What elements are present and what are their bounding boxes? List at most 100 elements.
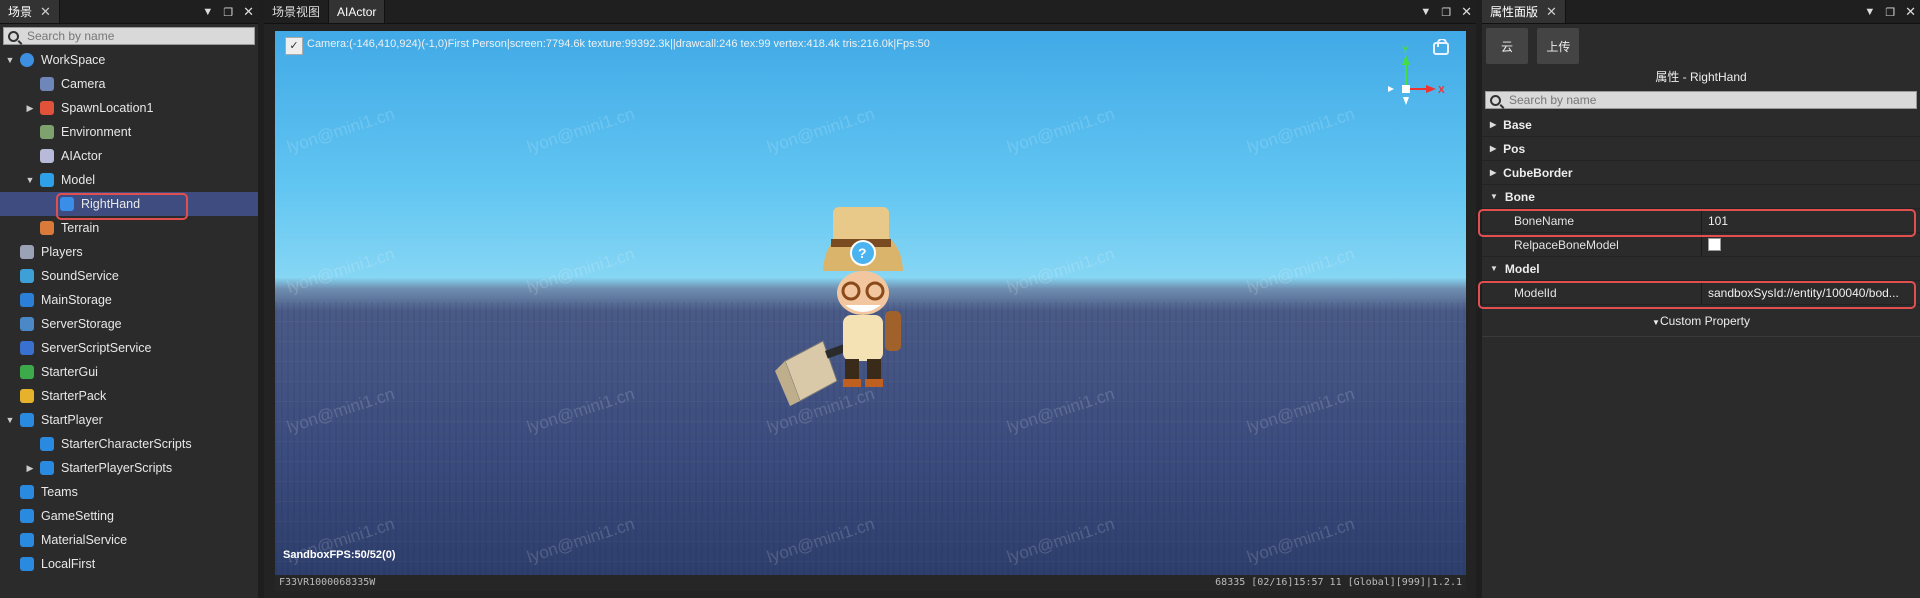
build-id: F33VR1000068335W (279, 577, 376, 588)
tree-item-environment[interactable]: Environment (0, 120, 258, 144)
player-icon (20, 413, 34, 427)
scene-panel-controls: ▼ ❐ ✕ (202, 0, 254, 24)
float-window-icon[interactable]: ❐ (223, 6, 233, 19)
tree-item-materialservice[interactable]: MaterialService (0, 528, 258, 552)
viewport-menu-toggle[interactable]: ✓ (285, 37, 303, 55)
watermark: lyon@mini1.cn (1004, 244, 1117, 297)
watermark: lyon@mini1.cn (1244, 244, 1357, 297)
tree-item-righthand[interactable]: RightHand (0, 192, 258, 216)
custom-property-toggle[interactable]: ▼Custom Property (1482, 305, 1920, 337)
group-base[interactable]: ▶ Base (1482, 113, 1920, 137)
replace-bone-model-checkbox[interactable] (1708, 238, 1721, 251)
sandbox-fps: SandboxFPS:50/52(0) (283, 549, 396, 561)
storage-icon (20, 317, 34, 331)
tree-item-spawnlocation1[interactable]: ▶ SpawnLocation1 (0, 96, 258, 120)
tree-item-serverstorage[interactable]: ServerStorage (0, 312, 258, 336)
tree-item-startercharacterscripts[interactable]: StarterCharacterScripts (0, 432, 258, 456)
group-bone[interactable]: ▼ Bone (1482, 185, 1920, 209)
scene-panel: 场景 ✕ ▼ ❐ ✕ Search by name ▼ WorkSpace Came… (0, 0, 258, 598)
close-icon[interactable]: ✕ (243, 4, 254, 20)
tree-item-startplayer[interactable]: ▼ StartPlayer (0, 408, 258, 432)
gizmo-neg-x (1388, 86, 1394, 92)
3d-viewport[interactable]: ✓ Camera:(-146,410,924)(-1,0)First Perso… (275, 31, 1466, 591)
expand-icon: ▶ (1490, 120, 1497, 129)
scene-search-input[interactable]: Search by name (3, 27, 255, 45)
tree-item-workspace[interactable]: ▼ WorkSpace (0, 48, 258, 72)
tree-item-model[interactable]: ▼ Model (0, 168, 258, 192)
script-icon (40, 437, 54, 451)
tree-item-soundservice[interactable]: SoundService (0, 264, 258, 288)
watermark: lyon@mini1.cn (1004, 104, 1117, 157)
tree-item-serverscriptservice[interactable]: ServerScriptService (0, 336, 258, 360)
tree-item-label: MaterialService (41, 533, 128, 547)
tab-scene-view[interactable]: 场景视图 (264, 0, 330, 23)
close-icon[interactable]: ✕ (1905, 4, 1916, 20)
upload-button[interactable]: 上传 (1537, 28, 1580, 64)
character-body: ? (823, 207, 903, 387)
expand-icon: ▶ (1490, 144, 1497, 153)
group-model[interactable]: ▼ Model (1482, 257, 1920, 281)
tab-aiactor[interactable]: AIActor (329, 0, 386, 23)
tree-item-label: Camera (61, 77, 106, 91)
bonename-field[interactable]: 101 (1702, 209, 1920, 232)
tab-properties[interactable]: 属性面版 ✕ (1482, 0, 1566, 23)
expand-icon: ▶ (1490, 168, 1497, 177)
dropdown-icon[interactable]: ▼ (202, 6, 213, 18)
tree-item-aiactor[interactable]: AIActor (0, 144, 258, 168)
tree-item-label: SoundService (41, 269, 119, 283)
tree-item-gamesetting[interactable]: GameSetting (0, 504, 258, 528)
tree-item-label: WorkSpace (41, 53, 106, 67)
tree-item-localfirst[interactable]: LocalFirst (0, 552, 258, 576)
expand-icon[interactable]: ▶ (24, 463, 36, 474)
properties-search-input[interactable]: Search by name (1485, 91, 1917, 109)
collapse-icon[interactable]: ▼ (24, 175, 36, 185)
group-cubeborder-label: CubeBorder (1503, 165, 1573, 180)
tab-scene[interactable]: 场景 ✕ (0, 0, 60, 23)
group-cubeborder[interactable]: ▶ CubeBorder (1482, 161, 1920, 185)
tree-item-startergui[interactable]: StarterGui (0, 360, 258, 384)
modelid-field[interactable]: sandboxSysId://entity/100040/bod... (1702, 281, 1920, 304)
float-window-icon[interactable]: ❐ (1885, 6, 1895, 19)
tree-item-terrain[interactable]: Terrain (0, 216, 258, 240)
dropdown-icon[interactable]: ▼ (1864, 6, 1875, 18)
character-model[interactable]: ? (745, 201, 945, 431)
status-bar: F33VR1000068335W 68335 [02/16]15:57 11 [… (275, 575, 1466, 591)
settings-cube-icon (20, 509, 34, 523)
collapse-icon[interactable]: ▼ (4, 415, 16, 425)
prop-modelid-key: ModelId (1482, 281, 1702, 304)
prop-bonename: BoneName 101 (1482, 209, 1920, 233)
tree-item-label: ServerStorage (41, 317, 122, 331)
close-icon[interactable]: ✕ (40, 4, 51, 20)
close-icon[interactable]: ✕ (1546, 4, 1557, 20)
script-service-icon (20, 341, 34, 355)
local-icon (20, 557, 34, 571)
tree-item-mainstorage[interactable]: MainStorage (0, 288, 258, 312)
actor-icon (40, 149, 54, 163)
collapse-icon[interactable]: ▼ (4, 55, 16, 65)
tree-item-label: AIActor (61, 149, 102, 163)
tab-scene-label: 场景 (8, 5, 33, 19)
pack-icon (20, 389, 34, 403)
tree-item-teams[interactable]: Teams (0, 480, 258, 504)
restore-icon[interactable]: ❐ (1441, 6, 1451, 19)
axis-gizmo[interactable]: Y X (1368, 39, 1458, 109)
properties-search-placeholder: Search by name (1509, 93, 1597, 107)
tree-item-starterplayerscripts[interactable]: ▶ StarterPlayerScripts (0, 456, 258, 480)
cloud-button[interactable]: 云 (1486, 28, 1528, 64)
tree-item-label: Terrain (61, 221, 100, 235)
dropdown-icon[interactable]: ▼ (1420, 6, 1431, 18)
tree-item-label: LocalFirst (41, 557, 96, 571)
properties-title: 属性 - RightHand (1655, 70, 1747, 84)
watermark: lyon@mini1.cn (524, 104, 637, 157)
tree-item-starterpack[interactable]: StarterPack (0, 384, 258, 408)
gizmo-center (1402, 85, 1410, 93)
tree-item-players[interactable]: Players (0, 240, 258, 264)
close-icon[interactable]: ✕ (1461, 4, 1472, 20)
group-pos[interactable]: ▶ Pos (1482, 137, 1920, 161)
tree-item-label: Players (41, 245, 83, 259)
group-base-label: Base (1503, 117, 1532, 132)
tree-item-camera[interactable]: Camera (0, 72, 258, 96)
expand-icon[interactable]: ▶ (24, 103, 36, 114)
tree-item-label: StarterPack (41, 389, 107, 403)
environment-icon (40, 125, 54, 139)
